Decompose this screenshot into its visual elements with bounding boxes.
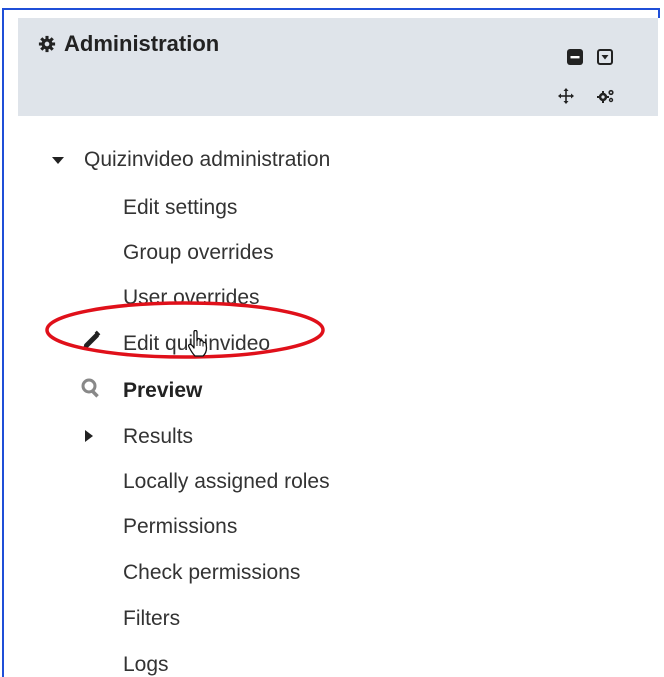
menu-item-filters[interactable]: Filters — [123, 602, 180, 636]
menu-item-label: Permissions — [123, 515, 238, 538]
menu-item-label: Edit settings — [123, 196, 238, 219]
menu-item-group-overrides[interactable]: Group overrides — [123, 236, 274, 270]
menu-item-label: Results — [123, 425, 194, 448]
caret-down-icon — [52, 148, 66, 172]
section-quizinvideo-administration[interactable]: Quizinvideo administration — [52, 143, 330, 177]
pencil-icon — [80, 330, 104, 358]
block-header: Administration — [18, 18, 658, 116]
menu-item-locally-assigned-roles[interactable]: Locally assigned roles — [123, 465, 330, 499]
caret-right-icon — [84, 425, 104, 449]
menu-item-results[interactable]: Results — [84, 420, 193, 454]
menu-item-label: Edit quizinvideo — [123, 332, 271, 355]
menu-item-label: Filters — [123, 607, 181, 630]
dropdown-square-icon[interactable] — [596, 48, 614, 66]
menu-item-label: Locally assigned roles — [123, 470, 330, 493]
menu-item-check-permissions[interactable]: Check permissions — [123, 556, 300, 590]
block-title-text: Administration — [64, 31, 220, 56]
menu-item-label: Check permissions — [123, 561, 301, 584]
minus-square-icon[interactable] — [566, 48, 584, 66]
menu-item-label: Logs — [123, 653, 169, 676]
search-icon — [80, 377, 104, 405]
menu-item-logs[interactable]: Logs — [123, 648, 169, 677]
menu-item-label: Group overrides — [123, 241, 274, 264]
menu-item-label: User overrides — [123, 286, 260, 309]
menu-item-edit-quizinvideo[interactable]: Edit quizinvideo — [80, 327, 270, 361]
menu-item-permissions[interactable]: Permissions — [123, 510, 237, 544]
block-title: Administration — [38, 31, 219, 57]
gear-icon — [38, 35, 56, 53]
section-label: Quizinvideo administration — [84, 148, 331, 171]
menu-item-preview[interactable]: Preview — [80, 374, 202, 408]
menu-item-label: Preview — [123, 379, 203, 402]
move-icon[interactable] — [557, 87, 575, 105]
menu-item-edit-settings[interactable]: Edit settings — [123, 191, 237, 225]
gears-icon[interactable] — [596, 87, 616, 105]
menu-item-user-overrides[interactable]: User overrides — [123, 281, 260, 315]
